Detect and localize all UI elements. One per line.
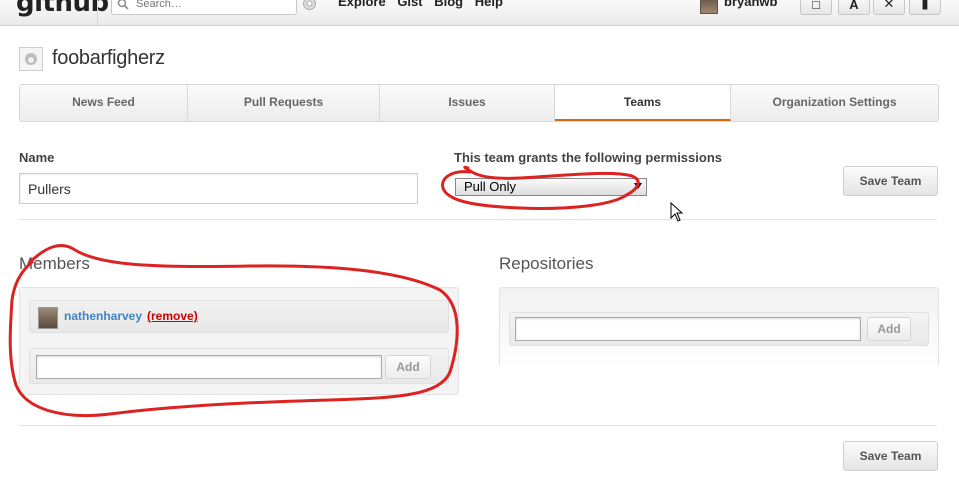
dashboard-icon: □ xyxy=(812,0,820,12)
github-logo[interactable]: github xyxy=(16,0,109,18)
team-name-field[interactable] xyxy=(19,173,418,204)
org-name: foobarfigherz xyxy=(52,47,165,69)
divider xyxy=(97,0,98,25)
user-menu[interactable]: bryanwb xyxy=(700,0,777,14)
divider xyxy=(19,219,937,220)
divider xyxy=(19,425,937,426)
add-repository-button[interactable]: Add xyxy=(867,317,911,341)
username: bryanwb xyxy=(724,0,778,9)
search-box[interactable] xyxy=(111,0,297,15)
account-settings-icon: A xyxy=(849,0,859,12)
tools-button[interactable]: ✕ xyxy=(873,0,905,15)
remove-member-link[interactable]: (remove) xyxy=(147,309,198,323)
sign-out-icon: ▮ xyxy=(921,0,929,11)
org-tabs: News Feed Pull Requests Issues Teams Org… xyxy=(19,84,939,122)
nav-help[interactable]: Help xyxy=(475,0,503,9)
tab-teams[interactable]: Teams xyxy=(555,85,731,121)
members-title: Members xyxy=(19,254,90,273)
top-bar: github Explore Gist Blog Help bryanwb □ … xyxy=(0,0,959,26)
org-avatar xyxy=(19,47,43,71)
chevron-down-icon xyxy=(634,183,642,189)
account-settings-button[interactable]: A xyxy=(838,0,870,15)
repositories-title: Repositories xyxy=(499,254,594,273)
avatar xyxy=(38,307,58,329)
top-nav: Explore Gist Blog Help xyxy=(338,0,511,9)
nav-gist[interactable]: Gist xyxy=(397,0,422,9)
sign-out-button[interactable]: ▮ xyxy=(909,0,941,15)
mouse-cursor-icon xyxy=(670,202,684,222)
dashboard-button[interactable]: □ xyxy=(800,0,832,15)
list-item: nathenharvey (remove) xyxy=(29,300,449,333)
annotation-overlay xyxy=(8,165,640,418)
search-icon xyxy=(117,0,129,10)
save-team-button-bottom[interactable]: Save Team xyxy=(843,441,938,471)
permissions-select[interactable]: Pull Only xyxy=(455,178,647,196)
avatar xyxy=(700,0,718,14)
search-input[interactable] xyxy=(136,0,286,12)
octocat-icon xyxy=(25,53,37,65)
add-repository-box: Add xyxy=(509,312,929,346)
add-member-button[interactable]: Add xyxy=(385,355,431,379)
member-name-link[interactable]: nathenharvey xyxy=(64,309,142,323)
permissions-selected-value: Pull Only xyxy=(464,179,517,194)
add-repository-input[interactable] xyxy=(515,317,861,341)
permissions-label: This team grants the following permissio… xyxy=(454,150,722,165)
nav-explore[interactable]: Explore xyxy=(338,0,386,9)
tab-news-feed[interactable]: News Feed xyxy=(20,85,188,121)
tab-pull-requests[interactable]: Pull Requests xyxy=(188,85,380,121)
add-member-input[interactable] xyxy=(36,355,382,379)
tab-organization-settings[interactable]: Organization Settings xyxy=(731,85,938,121)
save-team-button-top[interactable]: Save Team xyxy=(843,166,938,196)
advanced-search-icon[interactable] xyxy=(302,0,317,11)
tools-icon: ✕ xyxy=(883,0,895,11)
nav-blog[interactable]: Blog xyxy=(434,0,463,9)
name-label: Name xyxy=(19,150,55,165)
add-member-box: Add xyxy=(29,348,449,384)
tab-issues[interactable]: Issues xyxy=(380,85,555,121)
